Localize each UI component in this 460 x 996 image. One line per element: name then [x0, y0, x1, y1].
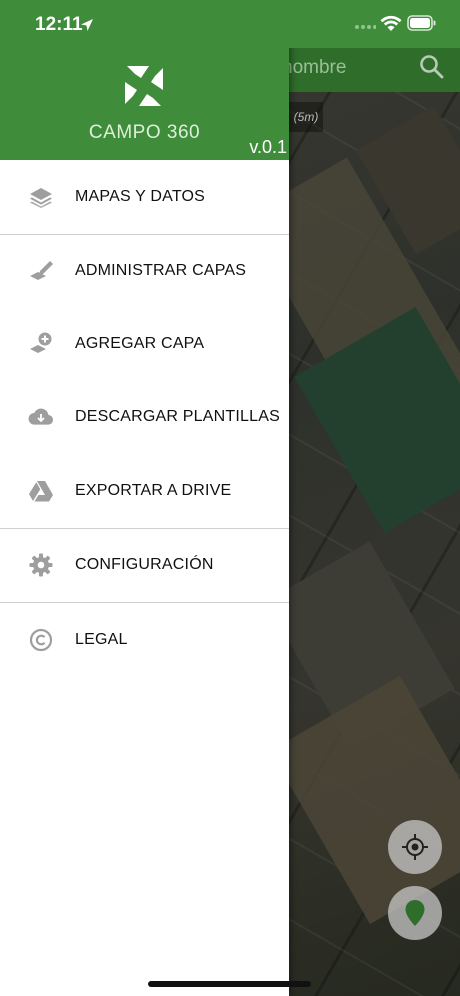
menu-item-label: MAPAS Y DATOS: [75, 188, 206, 205]
map-scale-label: (5m): [289, 102, 323, 132]
menu-item-descargar-plantillas[interactable]: DESCARGAR PLANTILLAS: [0, 387, 289, 447]
status-bar: 12:11: [0, 0, 460, 48]
map-field: [270, 675, 460, 925]
app-brand: CAMPO 360: [88, 122, 201, 143]
add-layer-icon: [28, 331, 54, 357]
menu-item-label: EXPORTAR A DRIVE: [75, 482, 232, 499]
drive-icon: [28, 478, 54, 504]
menu-divider: [0, 602, 289, 603]
my-location-button[interactable]: [388, 820, 442, 874]
navigation-drawer: CAMPO 360 v.0.1 MAPAS Y DATOS ADMINISTRA…: [0, 0, 289, 996]
location-arrow-icon: [81, 19, 93, 31]
menu-item-configuracion[interactable]: CONFIGURACIÓN: [0, 535, 289, 595]
menu-divider: [0, 528, 289, 529]
campo360-logo-icon: [125, 66, 163, 106]
search-input[interactable]: nombre: [282, 57, 346, 79]
battery-icon: [407, 15, 436, 31]
menu-item-label: AGREGAR CAPA: [75, 335, 205, 352]
layers-icon: [28, 184, 54, 210]
menu-item-administrar-capas[interactable]: ADMINISTRAR CAPAS: [0, 241, 289, 301]
menu-item-mapas-y-datos[interactable]: MAPAS Y DATOS: [0, 167, 289, 227]
map-pin-icon: [405, 900, 425, 926]
edit-layers-icon: [28, 258, 54, 284]
menu-divider: [0, 234, 289, 235]
status-time: 12:11: [35, 14, 83, 35]
menu-item-agregar-capa[interactable]: AGREGAR CAPA: [0, 314, 289, 374]
menu-item-label: ADMINISTRAR CAPAS: [75, 262, 247, 279]
menu-item-legal[interactable]: LEGAL: [0, 610, 289, 670]
add-marker-button[interactable]: [388, 886, 442, 940]
home-indicator[interactable]: [148, 981, 311, 987]
search-icon[interactable]: [418, 53, 446, 81]
menu-item-label: LEGAL: [75, 631, 128, 648]
menu-item-label: CONFIGURACIÓN: [75, 556, 214, 573]
gear-icon: [28, 552, 54, 578]
copyright-icon: [28, 627, 54, 653]
menu-item-label: DESCARGAR PLANTILLAS: [75, 408, 280, 425]
app-version: v.0.1: [249, 137, 287, 157]
signal-icon: [355, 25, 376, 29]
cloud-download-icon: [28, 404, 54, 430]
crosshair-icon: [402, 834, 428, 860]
menu-item-exportar-a-drive[interactable]: EXPORTAR A DRIVE: [0, 461, 289, 521]
wifi-icon: [380, 15, 402, 31]
